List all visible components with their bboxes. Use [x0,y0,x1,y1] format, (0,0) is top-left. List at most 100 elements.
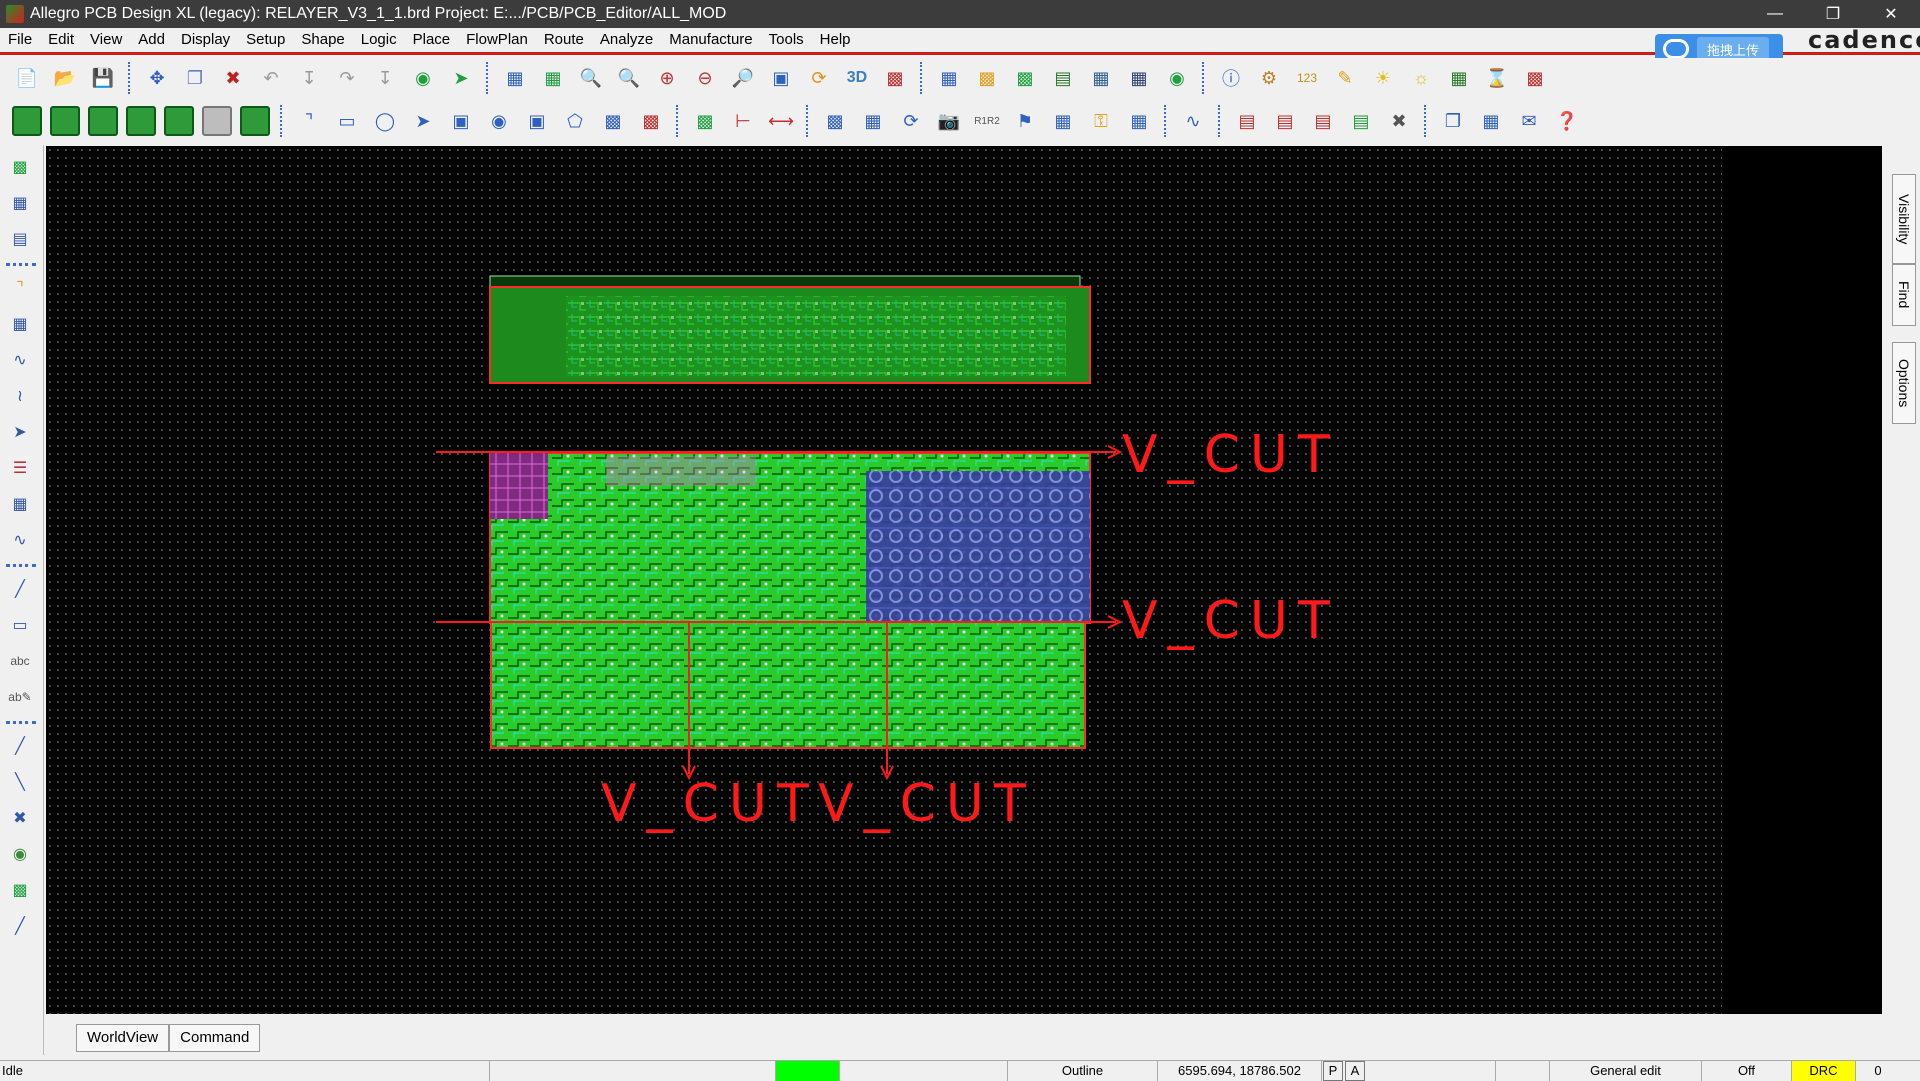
menu-analyze[interactable]: Analyze [592,28,661,52]
undo-icon[interactable]: ↶ [256,63,286,93]
mail-icon[interactable]: ✉ [1514,106,1544,136]
close-button[interactable]: ✕ [1862,0,1920,28]
layer-set-icon[interactable] [164,106,194,136]
zoom-in-icon[interactable]: ⊕ [652,63,682,93]
grid-toggle-icon[interactable]: ▦ [934,63,964,93]
tab-find[interactable]: Find [1892,264,1916,326]
spread-icon[interactable]: ☰ [6,454,34,482]
add-line-icon[interactable]: ⌝ [294,106,324,136]
camera-icon[interactable]: 📷 [934,106,964,136]
fanout-icon[interactable]: ▦ [1048,106,1078,136]
spreadsheet-icon[interactable]: ▦ [1124,63,1154,93]
layer-visibility-icon[interactable]: ▩ [1010,63,1040,93]
manufacture-5-icon[interactable]: ✖ [1384,106,1414,136]
shape-edit-icon[interactable]: ▣ [446,106,476,136]
restore-button[interactable]: ❐ [1804,0,1862,28]
draw-line-icon[interactable]: ╱ [6,575,34,603]
via-array-icon[interactable]: ▩ [6,876,34,904]
export-icon[interactable]: ❐ [1438,106,1468,136]
delay-tune-icon[interactable]: ▦ [6,310,34,338]
route-delete-icon[interactable]: ✖ [6,804,34,832]
bottom-layer-icon[interactable] [88,106,118,136]
bus-route-icon[interactable]: ╱ [6,912,34,940]
open-folder-icon[interactable]: 📂 [50,63,80,93]
menu-edit[interactable]: Edit [40,28,82,52]
add-connect-tool-icon[interactable]: ⌝ [6,274,34,302]
key-icon[interactable]: ⚿ [1086,106,1116,136]
mirror-icon[interactable]: ▦ [858,106,888,136]
design-parameters-icon[interactable]: ▦ [1086,63,1116,93]
menu-tools[interactable]: Tools [761,28,812,52]
shadow-mode-icon[interactable]: ▤ [1048,63,1078,93]
shape-void-rect-icon[interactable]: ▣ [522,106,552,136]
grid-select-icon[interactable]: ▦ [500,63,530,93]
drc-update-icon[interactable]: ▩ [1520,63,1550,93]
full-board-icon[interactable] [240,106,270,136]
zoom-out-icon[interactable]: ⊖ [690,63,720,93]
status-off[interactable]: Off [1702,1060,1792,1081]
component-refdes-icon[interactable]: ▦ [6,189,34,217]
group-icon[interactable]: ▦ [6,490,34,518]
design-canvas[interactable]: V_CUT V_CUT V_CUT V_CUT [46,146,1882,1014]
constraint-manager-icon[interactable]: ▦ [1444,63,1474,93]
shape-void-polygon-icon[interactable]: ⬠ [560,106,590,136]
manufacture-1-icon[interactable]: ▤ [1232,106,1262,136]
redo-down-icon[interactable]: ↧ [370,63,400,93]
assign-color-icon[interactable]: ☀ [1368,63,1398,93]
redraw-icon[interactable]: ⟳ [804,63,834,93]
menu-logic[interactable]: Logic [353,28,405,52]
manufacture-3-icon[interactable]: ▤ [1308,106,1338,136]
measure-icon[interactable]: 123 [1292,63,1322,93]
copy-icon[interactable]: ❐ [180,63,210,93]
shape-delete-islands-icon[interactable]: ▩ [636,106,666,136]
add-text-icon[interactable]: abc [6,647,34,675]
world-view-icon[interactable]: ◉ [1162,63,1192,93]
help-icon[interactable]: ❓ [1552,106,1582,136]
highlight-icon[interactable]: ✎ [1330,63,1360,93]
via-icon[interactable]: ◉ [6,840,34,868]
tab-command[interactable]: Command [169,1024,261,1052]
zoom-fit-icon[interactable]: 🔍 [614,63,644,93]
zoom-center-icon[interactable]: ▣ [766,63,796,93]
status-a-toggle[interactable]: A [1345,1060,1365,1081]
show-element-icon[interactable]: ⚙ [1254,63,1284,93]
add-circle-icon[interactable]: ◯ [370,106,400,136]
redo-icon[interactable]: ↷ [332,63,362,93]
timing-vision-icon[interactable]: ∿ [6,526,34,554]
add-connect-icon[interactable]: ◉ [408,63,438,93]
shape-void-circle-icon[interactable]: ◉ [484,106,514,136]
minimize-button[interactable]: — [1746,0,1804,28]
flag-icon[interactable]: ⚑ [1010,106,1040,136]
move-icon[interactable]: ✥ [142,63,172,93]
custom-smooth-icon[interactable]: ≀ [6,382,34,410]
array-icon[interactable]: ▦ [1124,106,1154,136]
shape-merge-icon[interactable]: ▩ [598,106,628,136]
zoom-previous-icon[interactable]: 🔎 [728,63,758,93]
manufacture-4-icon[interactable]: ▤ [1346,106,1376,136]
menu-add[interactable]: Add [130,28,173,52]
refdes-icon[interactable]: R1R2 [972,106,1002,136]
etch-layer-icon[interactable] [12,106,42,136]
tab-worldview[interactable]: WorldView [76,1024,170,1052]
zoom-window-icon[interactable]: 🔍 [576,63,606,93]
status-drc[interactable]: DRC [1792,1060,1856,1081]
swap-components-icon[interactable]: ▩ [820,106,850,136]
menu-display[interactable]: Display [173,28,238,52]
menu-flowplan[interactable]: FlowPlan [458,28,536,52]
slide-tool-icon[interactable]: ∿ [6,346,34,374]
connector-icon[interactable]: ▤ [6,225,34,253]
status-edit-mode[interactable]: General edit [1550,1060,1702,1081]
top-layer-icon[interactable] [50,106,80,136]
dehighlight-icon[interactable]: ☼ [1406,63,1436,93]
place-component-icon[interactable]: ▩ [6,153,34,181]
delete-icon[interactable]: ✖ [218,63,248,93]
info-icon[interactable]: ⓘ [1216,63,1246,93]
add-rect-icon[interactable]: ▭ [332,106,362,136]
select-shape-icon[interactable]: ➤ [408,106,438,136]
new-file-icon[interactable]: 📄 [12,63,42,93]
menu-help[interactable]: Help [812,28,859,52]
tab-options[interactable]: Options [1892,342,1916,424]
menu-manufacture[interactable]: Manufacture [661,28,760,52]
slide-icon[interactable]: ∿ [1178,106,1208,136]
artwork-icon[interactable]: ▦ [1476,106,1506,136]
